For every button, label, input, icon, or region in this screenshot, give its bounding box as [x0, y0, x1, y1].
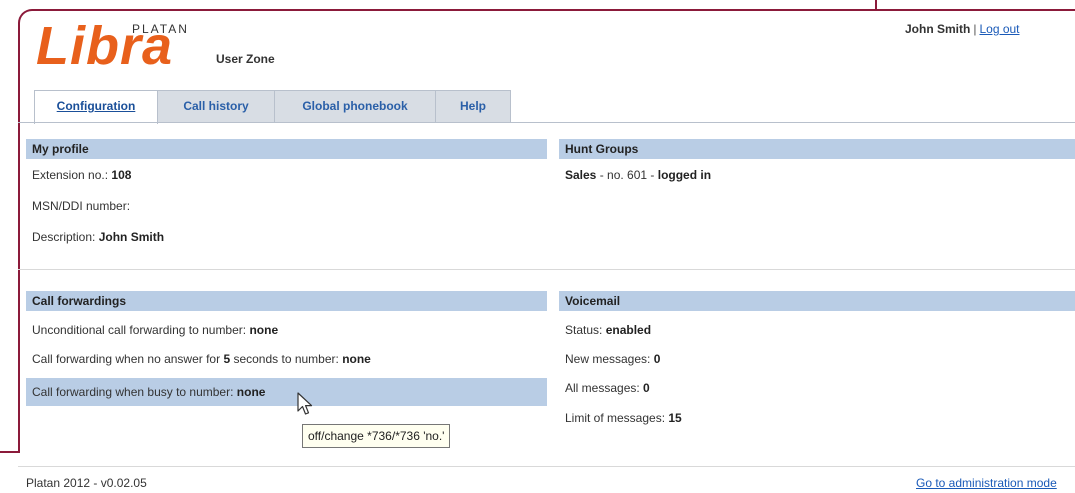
user-area: John Smith | Log out — [905, 22, 1020, 36]
noanswer-value: none — [342, 352, 371, 366]
brand-logo: Libra PLATAN User Zone — [36, 16, 296, 76]
extension-value: 108 — [111, 168, 132, 182]
user-name: John Smith — [905, 22, 971, 36]
brand-top: PLATAN — [132, 22, 189, 36]
description-label: Description: — [32, 230, 99, 244]
description-row: Description: John Smith — [26, 227, 547, 247]
user-separator: | — [973, 22, 977, 36]
noanswer-forwarding-row[interactable]: Call forwarding when no answer for 5 sec… — [26, 349, 547, 369]
tab-call-history[interactable]: Call history — [158, 90, 275, 122]
mouse-pointer-icon — [297, 392, 313, 415]
main-tabs: Configuration Call history Global phoneb… — [34, 90, 511, 124]
footer-version: Platan 2012 - v0.02.05 — [26, 476, 147, 490]
hunt-groups-header: Hunt Groups — [559, 139, 1075, 159]
logout-link[interactable]: Log out — [979, 22, 1019, 36]
voicemail-limit-row: Limit of messages: 15 — [559, 408, 1075, 428]
hunt-group-number: - no. 601 - — [596, 168, 658, 182]
brand-sub: User Zone — [216, 52, 275, 66]
hunt-group-name: Sales — [565, 168, 597, 182]
voicemail-all-row: All messages: 0 — [559, 378, 1075, 398]
voicemail-header: Voicemail — [559, 291, 1075, 311]
admin-mode-link[interactable]: Go to administration mode — [916, 476, 1057, 490]
msn-label: MSN/DDI number: — [32, 199, 131, 213]
busy-forwarding-tooltip: off/change *736/*736 'no.' — [302, 424, 451, 448]
unconditional-label: Unconditional call forwarding to number: — [32, 323, 250, 337]
extension-row: Extension no.: 108 — [26, 165, 547, 185]
voicemail-status-value: enabled — [605, 323, 652, 337]
voicemail-new-row: New messages: 0 — [559, 349, 1075, 369]
section-divider — [18, 269, 1075, 270]
description-value: John Smith — [98, 230, 165, 244]
voicemail-limit-label: Limit of messages: — [565, 411, 669, 425]
busy-value: none — [236, 385, 266, 399]
voicemail-new-value: 0 — [653, 352, 661, 366]
extension-label: Extension no.: — [32, 168, 112, 182]
busy-forwarding-row[interactable]: Call forwarding when busy to number: non… — [26, 378, 547, 406]
voicemail-status-label: Status: — [565, 323, 606, 337]
msn-row: MSN/DDI number: — [26, 196, 547, 216]
tab-help[interactable]: Help — [436, 90, 511, 122]
annotation-tick — [875, 0, 877, 10]
busy-label: Call forwarding when busy to number: — [32, 385, 237, 399]
voicemail-status-row: Status: enabled — [559, 320, 1075, 340]
noanswer-label-b: seconds to number: — [230, 352, 343, 366]
hunt-group-row: Sales - no. 601 - logged in — [559, 165, 1075, 185]
unconditional-forwarding-row[interactable]: Unconditional call forwarding to number:… — [26, 320, 547, 340]
tab-global-phonebook[interactable]: Global phonebook — [275, 90, 436, 122]
voicemail-all-value: 0 — [643, 381, 650, 395]
footer-divider — [18, 466, 1075, 467]
my-profile-header: My profile — [26, 139, 547, 159]
voicemail-limit-value: 15 — [668, 411, 682, 425]
tab-underline — [18, 122, 1075, 123]
voicemail-all-label: All messages: — [565, 381, 644, 395]
unconditional-value: none — [249, 323, 279, 337]
hunt-group-status: logged in — [657, 168, 712, 182]
annotation-pointer — [0, 451, 20, 453]
noanswer-label-a: Call forwarding when no answer for — [32, 352, 224, 366]
tab-configuration[interactable]: Configuration — [34, 90, 158, 124]
voicemail-new-label: New messages: — [565, 352, 654, 366]
call-forwardings-header: Call forwardings — [26, 291, 547, 311]
